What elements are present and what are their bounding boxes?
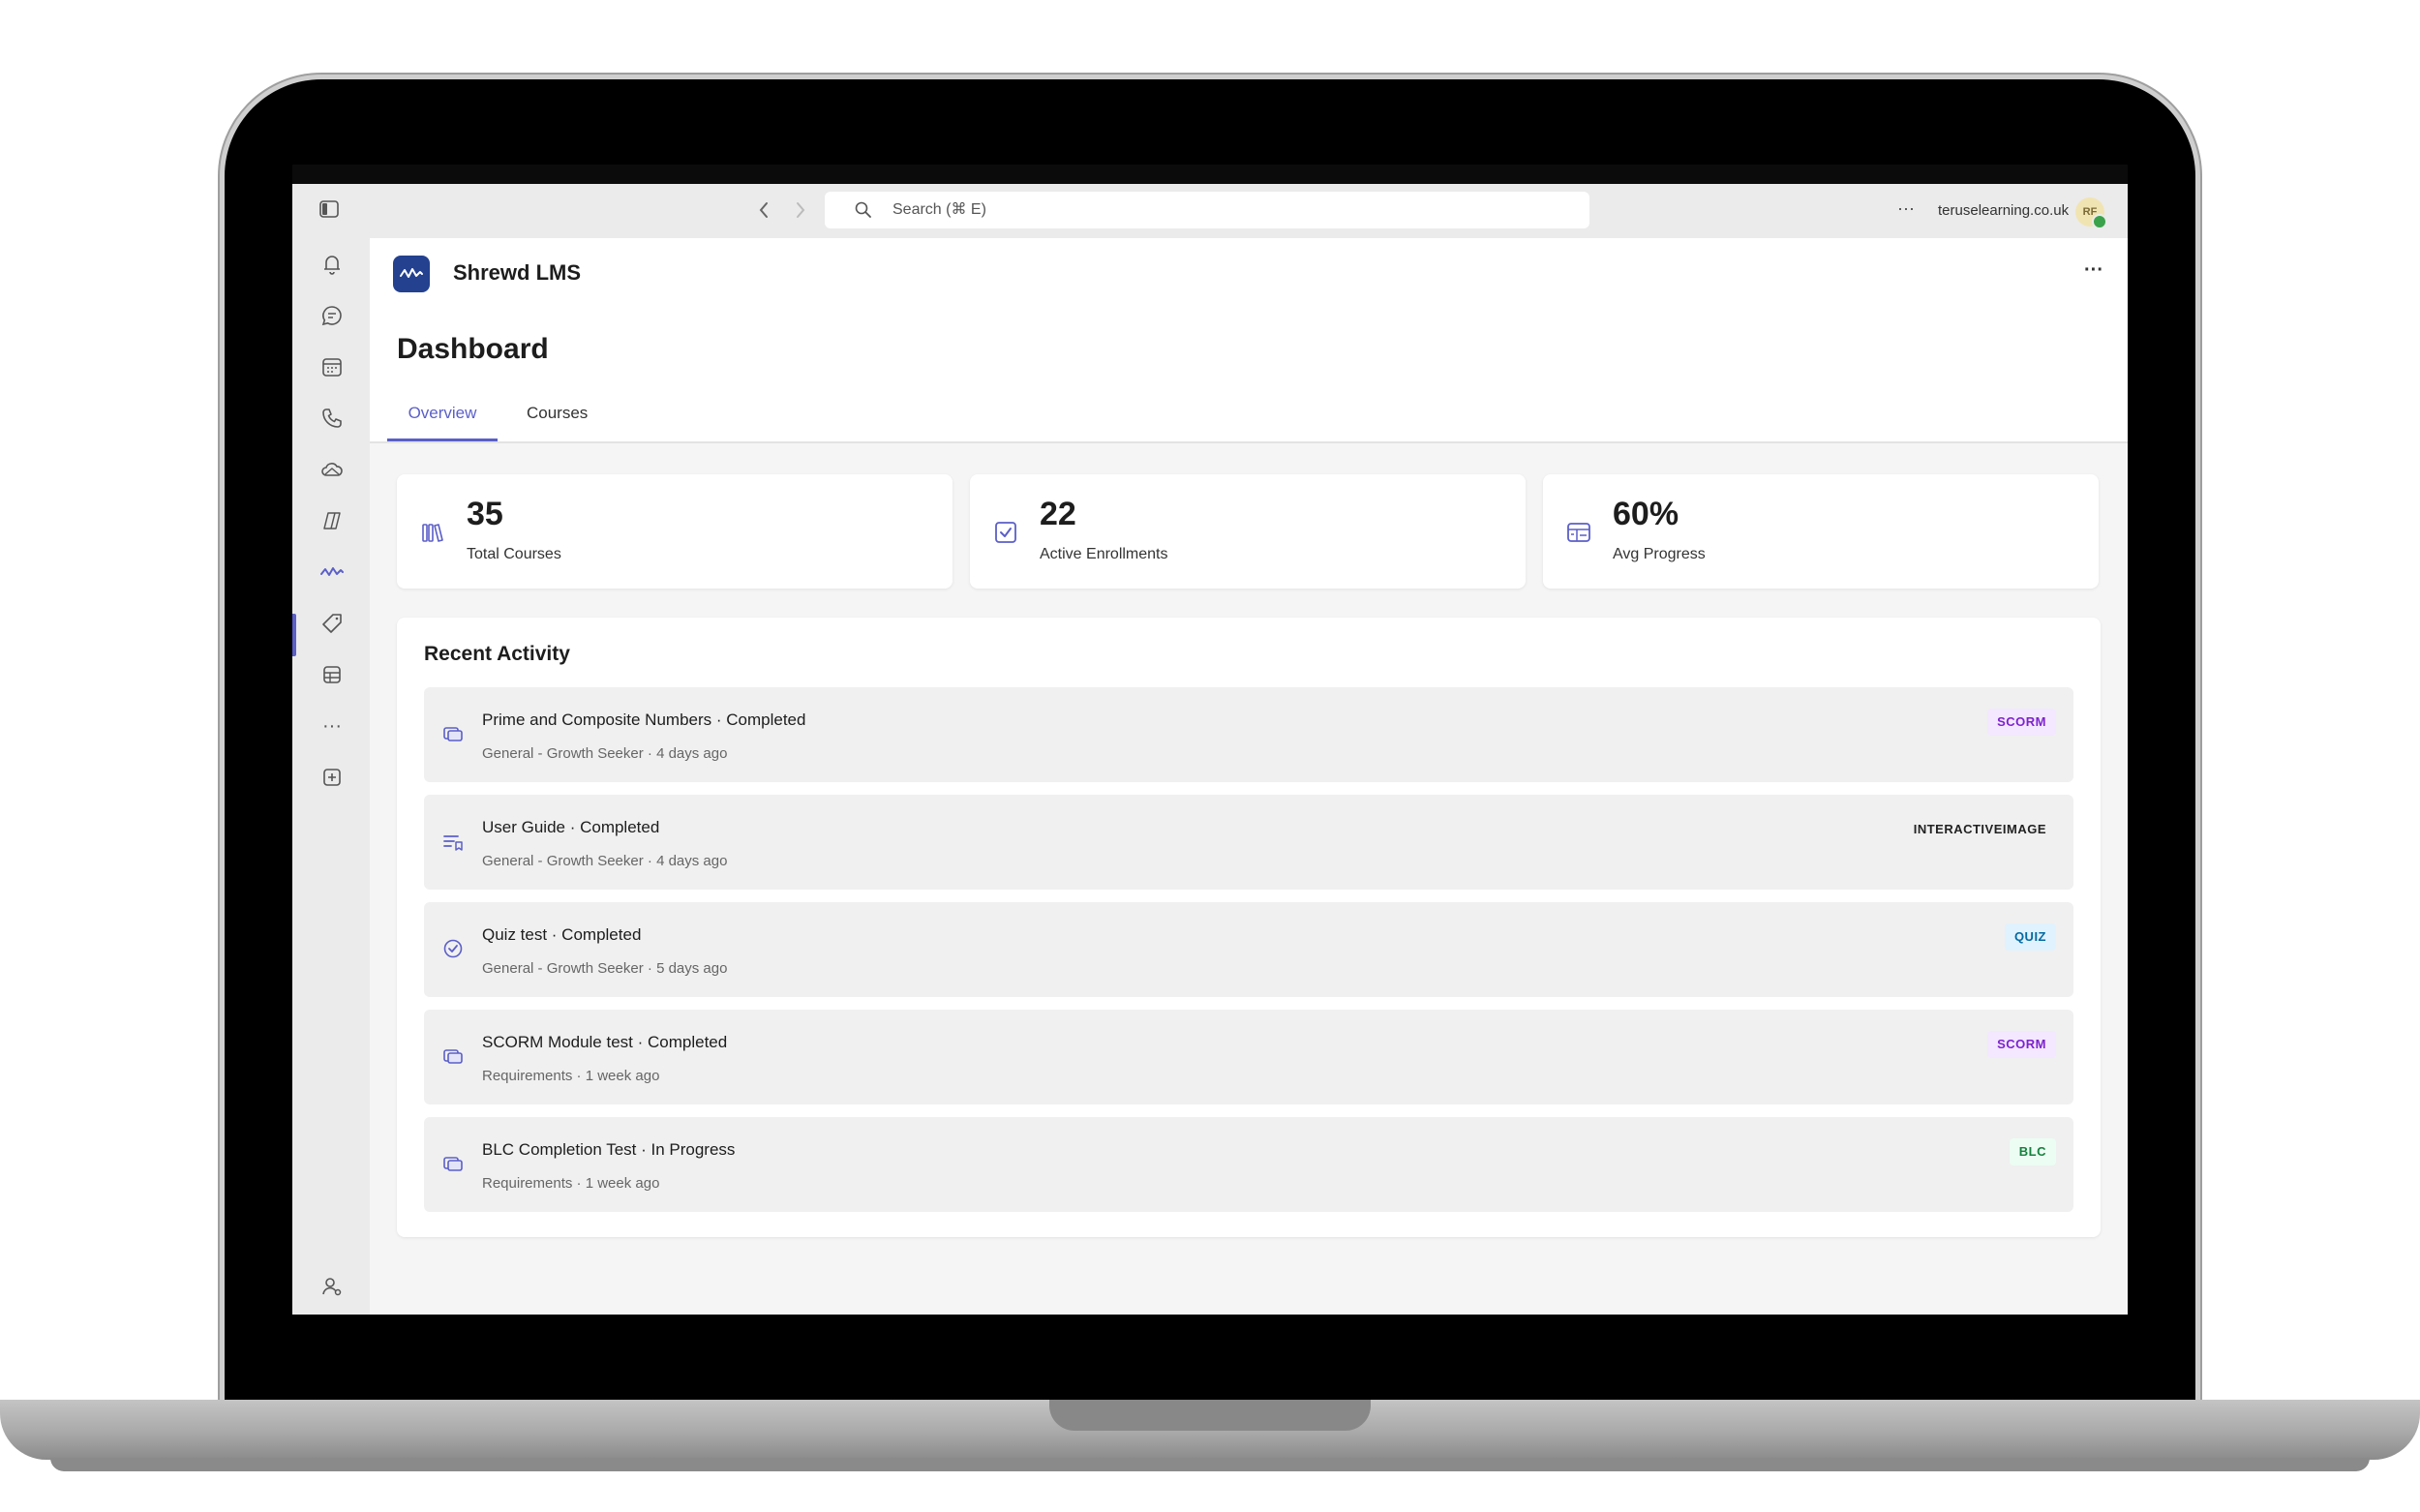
activity-icon[interactable] [318, 250, 347, 279]
stat-label: Active Enrollments [1040, 546, 1168, 562]
laptop-base-foot [50, 1458, 2370, 1471]
sidebar-toggle-icon[interactable] [319, 200, 339, 218]
activity-title: User Guide · Completed [482, 818, 660, 836]
search-input[interactable]: Search (⌘ E) [825, 192, 1589, 228]
forward-arrow-icon[interactable] [790, 197, 811, 223]
active-app-indicator [292, 614, 296, 656]
tab-courses[interactable]: Courses [527, 401, 588, 441]
app-rail: ··· [292, 238, 370, 1315]
app-content: Shrewd LMS ··· Dashboard Overview Course… [370, 238, 2128, 1315]
user-settings-icon[interactable] [318, 1272, 347, 1301]
activity-type-badge: QUIZ [2004, 923, 2056, 951]
stat-value: 35 [467, 496, 503, 532]
activity-row[interactable]: BLC Completion Test · In Progress Requir… [424, 1117, 2073, 1212]
stat-label: Total Courses [467, 546, 561, 562]
progress-board-icon [1566, 520, 1591, 545]
activity-title: SCORM Module test · Completed [482, 1033, 728, 1051]
tab-overview[interactable]: Overview [387, 401, 498, 441]
activity-type-badge: INTERACTIVEIMAGE [1913, 822, 2046, 836]
laptop-notch [1049, 1400, 1371, 1431]
copilot-icon[interactable] [318, 506, 347, 535]
onedrive-icon[interactable] [318, 455, 347, 484]
activity-list: Prime and Composite Numbers · Completed … [424, 687, 2073, 1225]
activity-title: Prime and Composite Numbers · Completed [482, 711, 806, 729]
title-bar: Search (⌘ E) ··· teruselearning.co.uk RF [292, 184, 2128, 238]
search-icon [854, 200, 873, 220]
titlebar-more-icon[interactable]: ··· [1893, 199, 1919, 221]
tag-icon[interactable] [318, 609, 347, 638]
recent-activity-panel: Recent Activity Prime and Composite Numb… [397, 618, 2101, 1237]
screen: Search (⌘ E) ··· teruselearning.co.uk RF [292, 165, 2128, 1315]
app-more-icon[interactable]: ··· [2079, 260, 2108, 283]
activity-title: BLC Completion Test · In Progress [482, 1140, 736, 1159]
screen-top-edge [292, 165, 2128, 184]
stat-card-active-enrollments: 22 Active Enrollments [970, 474, 1526, 589]
books-icon [420, 520, 445, 545]
checkbox-icon [993, 520, 1018, 545]
activity-subtitle: General - Growth Seeker · 4 days ago [482, 745, 728, 762]
recent-activity-title: Recent Activity [424, 643, 570, 665]
guide-list-icon [441, 830, 465, 853]
activity-subtitle: General - Growth Seeker · 5 days ago [482, 960, 728, 977]
stat-card-total-courses: 35 Total Courses [397, 474, 953, 589]
activity-subtitle: General - Growth Seeker · 4 days ago [482, 853, 728, 869]
tenant-domain[interactable]: teruselearning.co.uk [1938, 184, 2069, 238]
calendar-icon[interactable] [318, 352, 347, 381]
activity-row[interactable]: Prime and Composite Numbers · Completed … [424, 687, 2073, 782]
check-circle-icon [441, 937, 465, 960]
apps-icon[interactable] [318, 660, 347, 689]
module-icon [441, 1152, 465, 1175]
module-icon [441, 1044, 465, 1068]
stat-value: 22 [1040, 496, 1076, 532]
calls-icon[interactable] [318, 404, 347, 433]
activity-subtitle: Requirements · 1 week ago [482, 1068, 660, 1084]
activity-subtitle: Requirements · 1 week ago [482, 1175, 660, 1192]
activity-row[interactable]: User Guide · Completed General - Growth … [424, 795, 2073, 890]
activity-type-badge: SCORM [1987, 709, 2056, 736]
stat-card-avg-progress: 60% Avg Progress [1543, 474, 2099, 589]
shrewd-lms-icon[interactable] [318, 558, 347, 587]
activity-row[interactable]: SCORM Module test · Completed Requiremen… [424, 1010, 2073, 1104]
avatar[interactable]: RF [2075, 197, 2107, 229]
shrewd-lms-logo-icon [393, 256, 430, 292]
stat-value: 60% [1613, 496, 1679, 532]
page-header: Dashboard Overview Courses [370, 308, 2128, 443]
activity-row[interactable]: Quiz test · Completed General - Growth S… [424, 902, 2073, 997]
more-icon[interactable]: ··· [318, 711, 347, 741]
activity-title: Quiz test · Completed [482, 925, 642, 944]
app-name: Shrewd LMS [453, 260, 582, 285]
chat-icon[interactable] [318, 301, 347, 330]
search-placeholder: Search (⌘ E) [892, 201, 986, 218]
back-arrow-icon[interactable] [753, 197, 774, 223]
page-title: Dashboard [397, 333, 549, 365]
module-icon [441, 722, 465, 745]
activity-type-badge: SCORM [1987, 1031, 2056, 1058]
presence-status-icon [2092, 214, 2107, 229]
app-header: Shrewd LMS ··· [370, 238, 2128, 309]
stat-label: Avg Progress [1613, 546, 1706, 562]
add-app-icon[interactable] [318, 763, 347, 792]
activity-type-badge: BLC [2009, 1138, 2056, 1165]
